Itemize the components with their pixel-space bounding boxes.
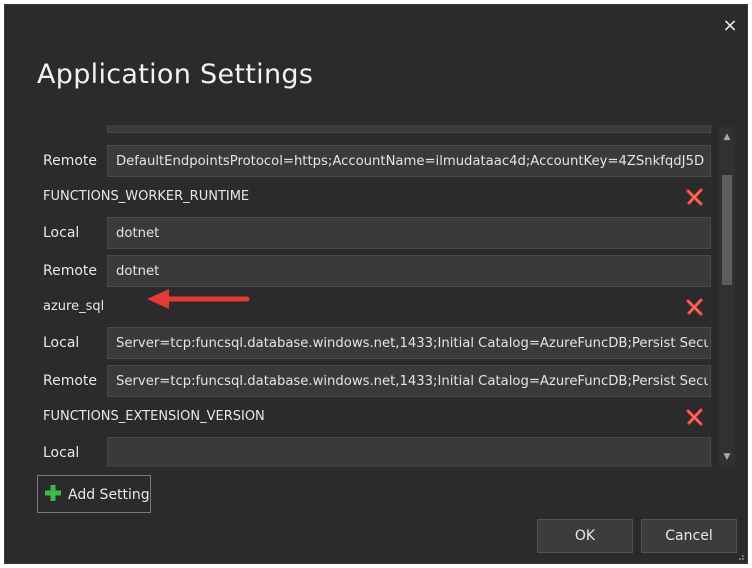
setting-name: azure_sql [43,299,105,314]
settings-scrollbar[interactable]: ▲ ▼ [719,127,735,467]
local-value-field[interactable]: Server=tcp:funcsql.database.windows.net,… [107,327,711,359]
resize-grip-icon[interactable] [737,553,745,561]
partial-value-field[interactable] [107,125,711,133]
delete-x-icon[interactable] [685,407,705,427]
setting-local-row: Local Server=tcp:funcsql.database.window… [37,327,717,361]
dialog-title: Application Settings [37,59,314,90]
local-value-field[interactable]: dotnet [107,217,711,249]
add-setting-label: Add Setting [68,487,150,503]
remote-value-field[interactable]: dotnet [107,255,711,287]
scroll-thumb[interactable] [722,175,732,285]
setting-local-row: Local dotnet [37,217,717,251]
setting-local-row: Local [37,437,717,467]
setting-name: FUNCTIONS_WORKER_RUNTIME [43,189,250,204]
setting-remote-row: Remote DefaultEndpointsProtocol=https;Ac… [37,145,717,179]
plus-icon [45,485,61,501]
delete-x-icon[interactable] [685,297,705,317]
scroll-up-icon[interactable]: ▲ [721,131,733,143]
local-label: Local [43,445,80,461]
setting-header-functions-worker-runtime: FUNCTIONS_WORKER_RUNTIME [37,181,717,215]
remote-label: Remote [43,263,98,279]
setting-remote-row: Remote Server=tcp:funcsql.database.windo… [37,365,717,399]
remote-label: Remote [43,153,98,169]
remote-value-field[interactable]: Server=tcp:funcsql.database.windows.net,… [107,365,711,397]
setting-header-azure-sql: azure_sql [37,291,717,325]
add-setting-button[interactable]: Add Setting [37,475,151,513]
cancel-button[interactable]: Cancel [641,519,737,553]
settings-list: Remote DefaultEndpointsProtocol=https;Ac… [37,125,737,467]
local-label: Local [43,335,80,351]
local-label: Local [43,225,80,241]
setting-header-functions-extension-version: FUNCTIONS_EXTENSION_VERSION [37,401,717,435]
setting-name: FUNCTIONS_EXTENSION_VERSION [43,409,265,424]
red-arrow-annotation [147,289,250,309]
ok-button[interactable]: OK [537,519,633,553]
close-button[interactable]: × [719,15,741,37]
remote-label: Remote [43,373,98,389]
scroll-down-icon[interactable]: ▼ [721,451,733,463]
application-settings-dialog: × Application Settings Remote DefaultEnd… [4,4,748,564]
setting-remote-row: Remote dotnet [37,255,717,289]
partial-setting-row [37,125,717,135]
remote-value-field[interactable]: DefaultEndpointsProtocol=https;AccountNa… [107,145,711,177]
delete-x-icon[interactable] [685,187,705,207]
local-value-field[interactable] [107,437,711,467]
